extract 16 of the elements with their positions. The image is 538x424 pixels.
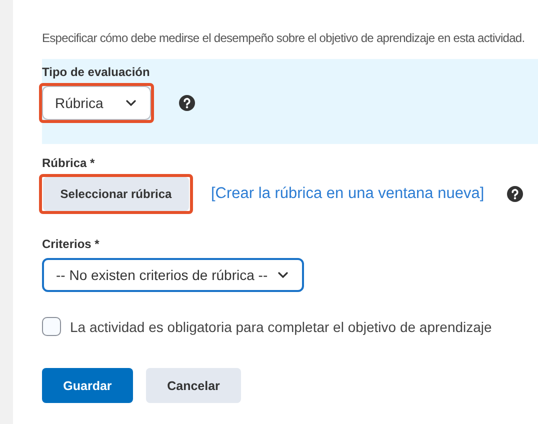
description-text: Especificar cómo debe medirse el desempeño sobre el objetivo de aprendizaje en esta actividad. [42, 31, 526, 45]
create-rubric-link[interactable]: [Crear la rúbrica en una ventana nueva] [211, 185, 484, 203]
field-label: Rúbrica * [42, 156, 96, 170]
dropdown[interactable]: Rúbrica [42, 86, 151, 120]
cancel-button[interactable]: Cancelar [146, 368, 241, 403]
help-icon[interactable] [179, 95, 195, 111]
checkbox[interactable] [42, 317, 61, 336]
select-rubric-button[interactable]: Seleccionar rúbrica [43, 177, 189, 211]
chevron-down-icon [126, 100, 136, 106]
field-label: Tipo de evaluación [42, 65, 151, 79]
chevron-down-icon [278, 272, 288, 278]
dropdown[interactable]: -- No existen criterios de rúbrica -- [42, 258, 304, 292]
help-icon[interactable] [507, 186, 524, 202]
checkbox-label: La actividad es obligatoria para completar el objetivo de aprendizaje [70, 318, 492, 334]
field-label: Criterios * [42, 237, 100, 251]
save-button[interactable]: Guardar [42, 368, 133, 403]
